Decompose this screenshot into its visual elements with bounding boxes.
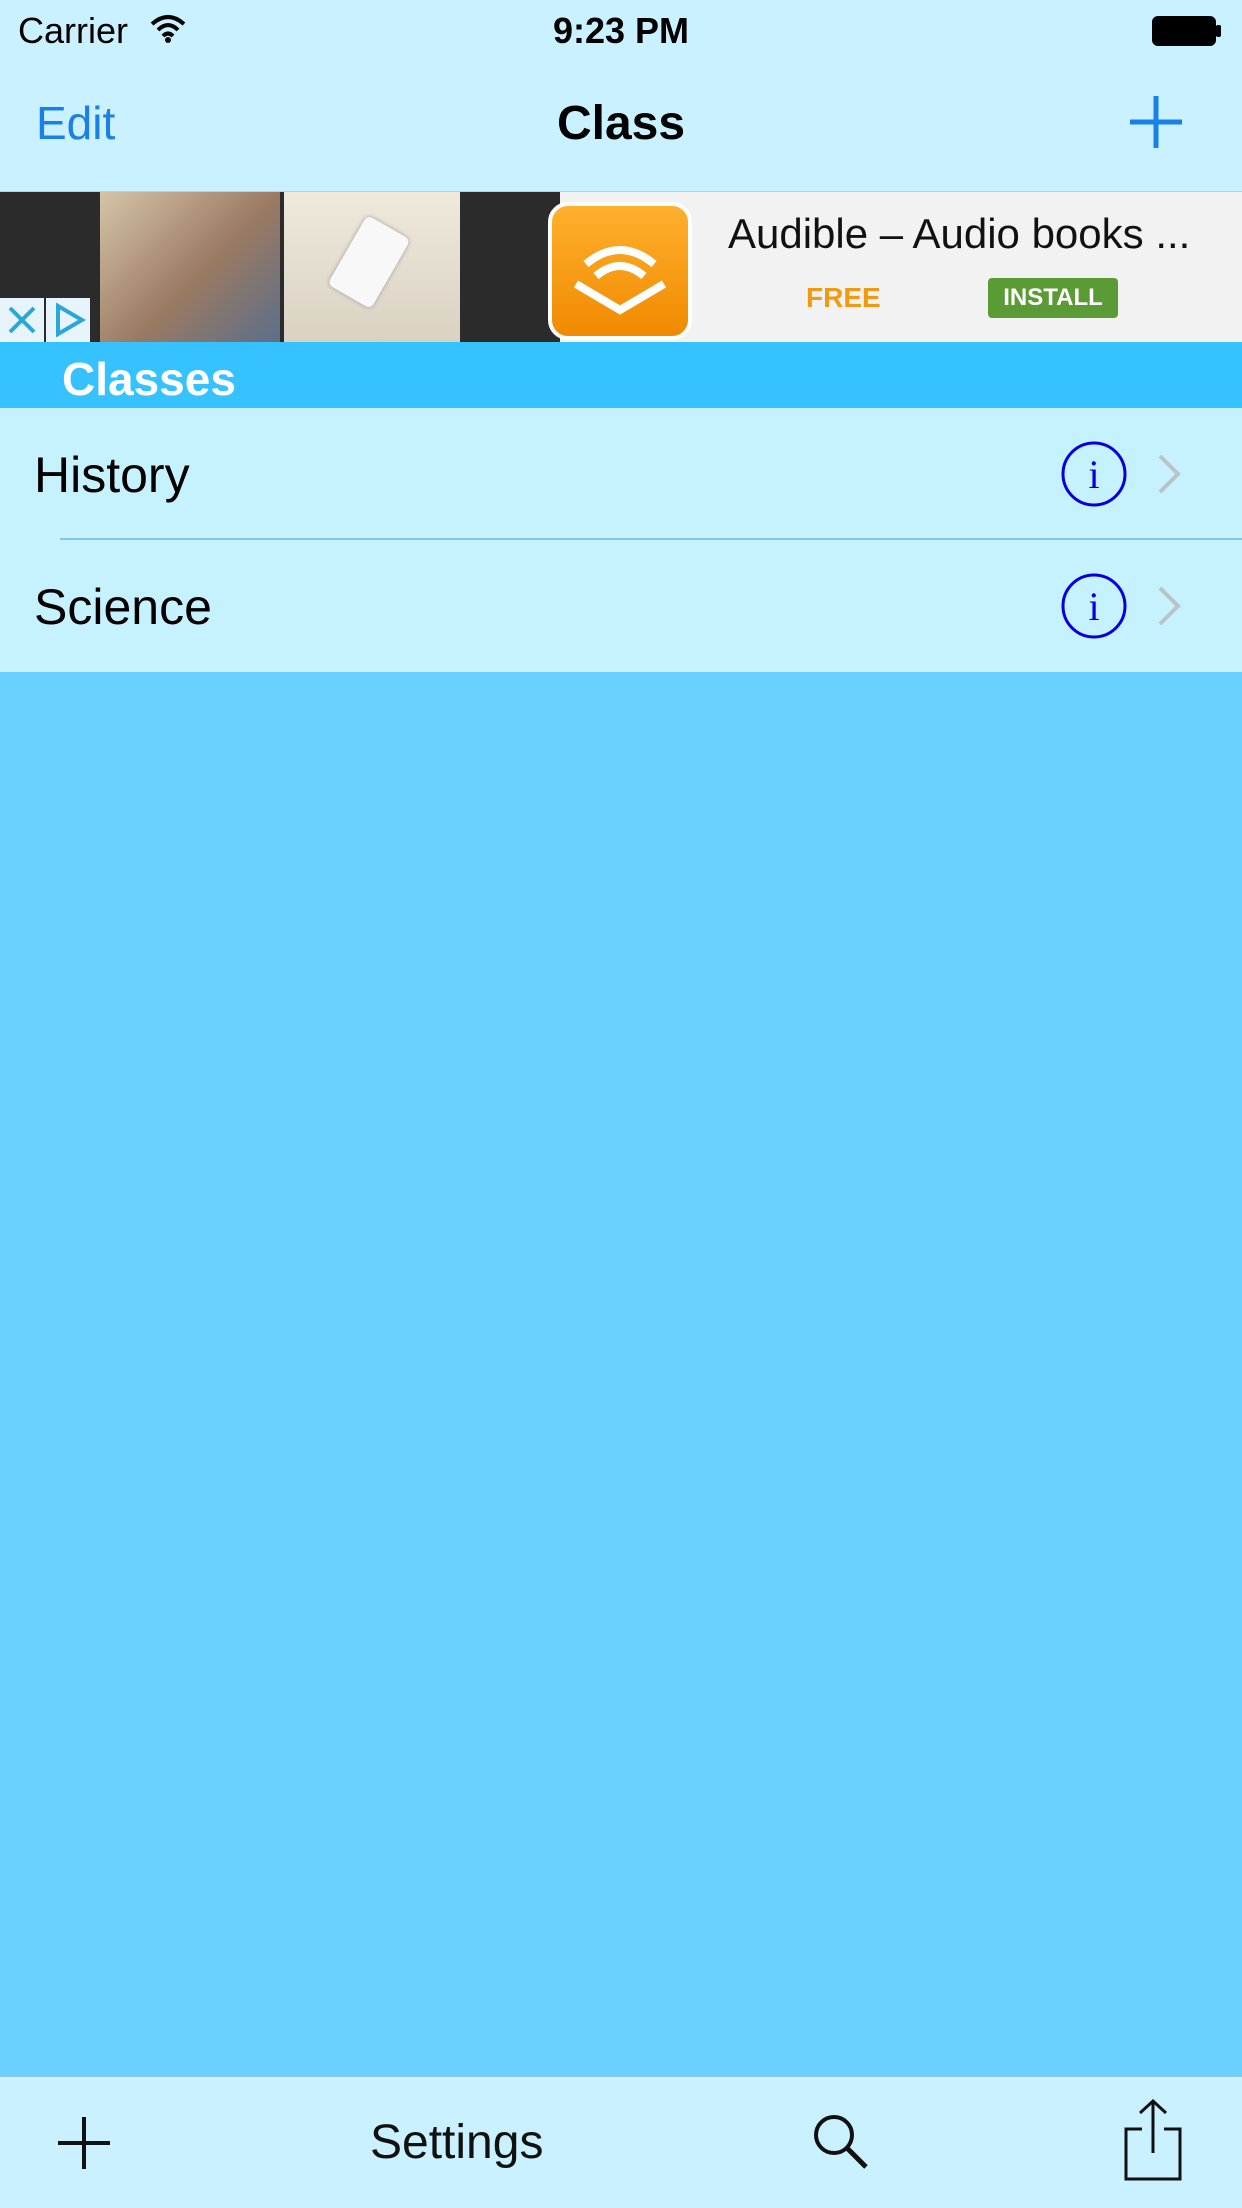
page-title: Class [556, 97, 686, 150]
ad-app-name[interactable]: Audible – Audio books ... [728, 210, 1190, 258]
share-icon[interactable] [1122, 2097, 1184, 2183]
plus-icon[interactable] [56, 2115, 112, 2171]
list-item[interactable]: Science i [0, 540, 1242, 672]
ad-choices-icon[interactable] [46, 298, 90, 342]
status-time: 9:23 PM [552, 10, 690, 51]
chevron-right-icon [1158, 454, 1181, 494]
ad-install-button[interactable]: INSTALL [988, 278, 1118, 318]
section-header-label: Classes [62, 353, 236, 405]
info-icon[interactable]: i [1060, 440, 1128, 508]
chevron-right-icon [1158, 586, 1181, 626]
svg-text:i: i [1088, 452, 1099, 497]
edit-button[interactable]: Edit [36, 96, 115, 150]
status-bar: Carrier 9:23 PM [0, 0, 1242, 62]
audible-logo-icon[interactable] [548, 202, 692, 340]
list-item[interactable]: History i [0, 408, 1242, 540]
ad-price: FREE [806, 282, 881, 313]
add-class-button[interactable] [1126, 92, 1186, 152]
book-cover-image [100, 192, 280, 342]
section-header: Classes [0, 342, 1242, 408]
ad-close-icon[interactable] [0, 298, 44, 342]
battery-icon [1152, 16, 1221, 46]
info-icon[interactable]: i [1060, 572, 1128, 640]
search-icon[interactable] [810, 2111, 870, 2171]
svg-text:i: i [1088, 584, 1099, 629]
book-cover-image [284, 192, 460, 342]
class-name: Science [34, 579, 212, 635]
navigation-bar: Edit Class [0, 62, 1242, 192]
settings-button[interactable]: Settings [370, 2115, 543, 2170]
class-name: History [34, 447, 190, 503]
ad-banner[interactable]: Audible – Audio books ... FREE INSTALL [0, 192, 1242, 342]
bottom-toolbar: Settings [0, 2076, 1242, 2208]
